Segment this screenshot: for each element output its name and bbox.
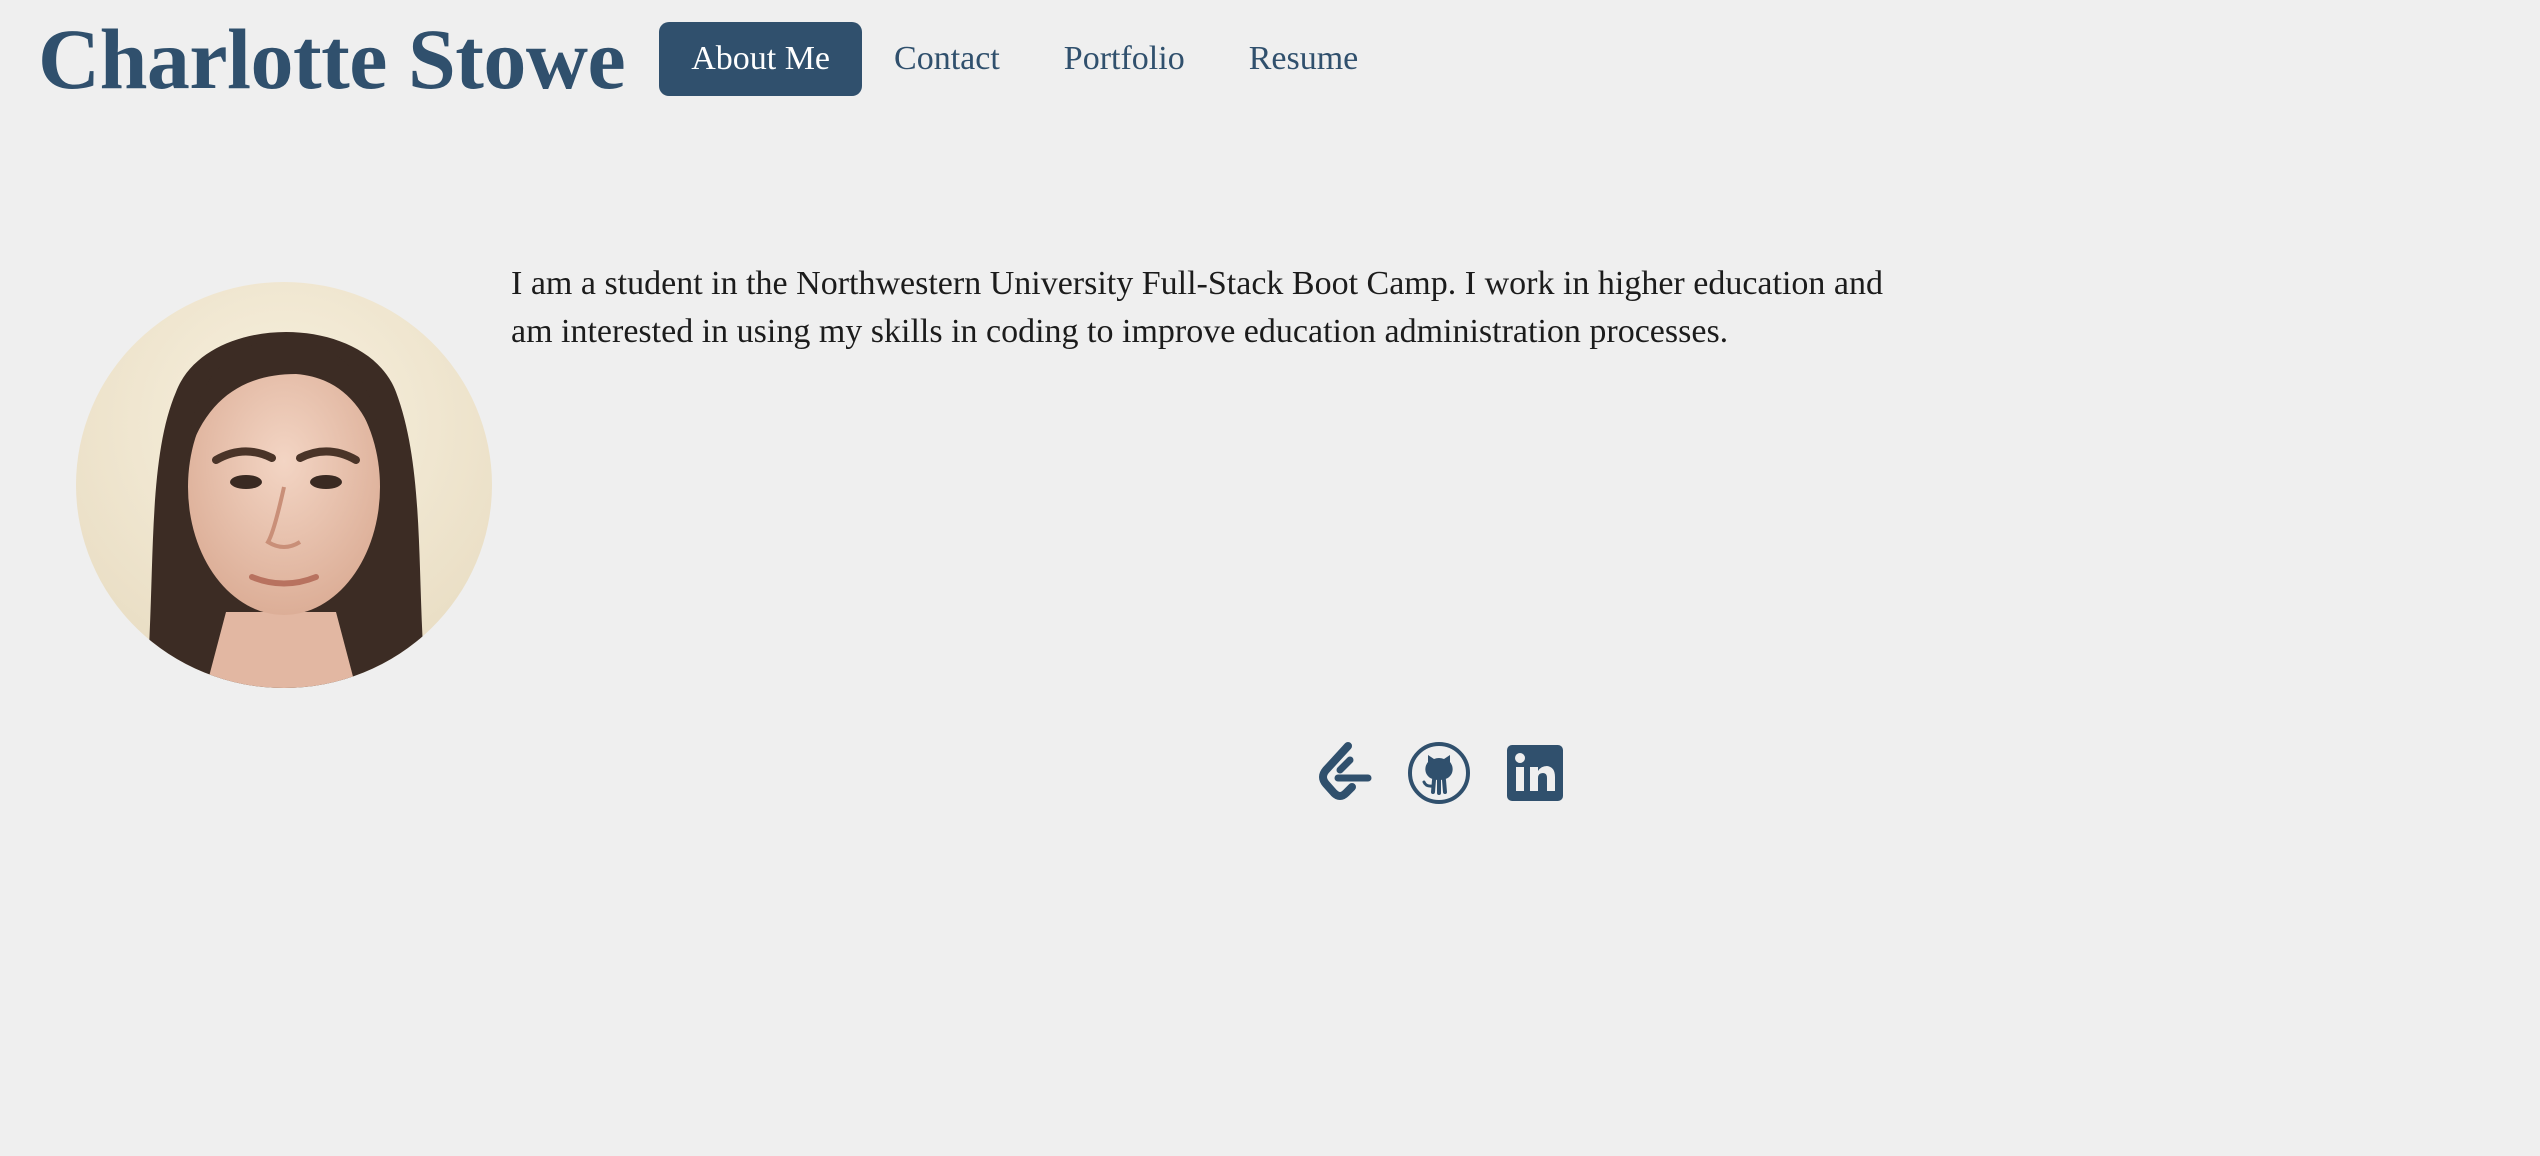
site-title: Charlotte Stowe [38,11,626,107]
leetcode-icon[interactable] [1310,740,1376,806]
bio-text: I am a student in the Northwestern Unive… [511,265,1884,350]
nav-contact[interactable]: Contact [862,22,1032,96]
main-nav: About Me Contact Portfolio Resume [659,22,1390,96]
social-links [1310,740,1598,806]
nav-portfolio[interactable]: Portfolio [1032,22,1217,96]
site-header: Charlotte Stowe About Me Contact Portfol… [38,16,1390,102]
page: Charlotte Stowe About Me Contact Portfol… [0,0,2540,1156]
linkedin-icon[interactable] [1502,740,1568,806]
github-icon[interactable] [1406,740,1472,806]
nav-resume[interactable]: Resume [1217,22,1391,96]
nav-about-me[interactable]: About Me [659,22,863,96]
profile-photo [76,282,492,688]
